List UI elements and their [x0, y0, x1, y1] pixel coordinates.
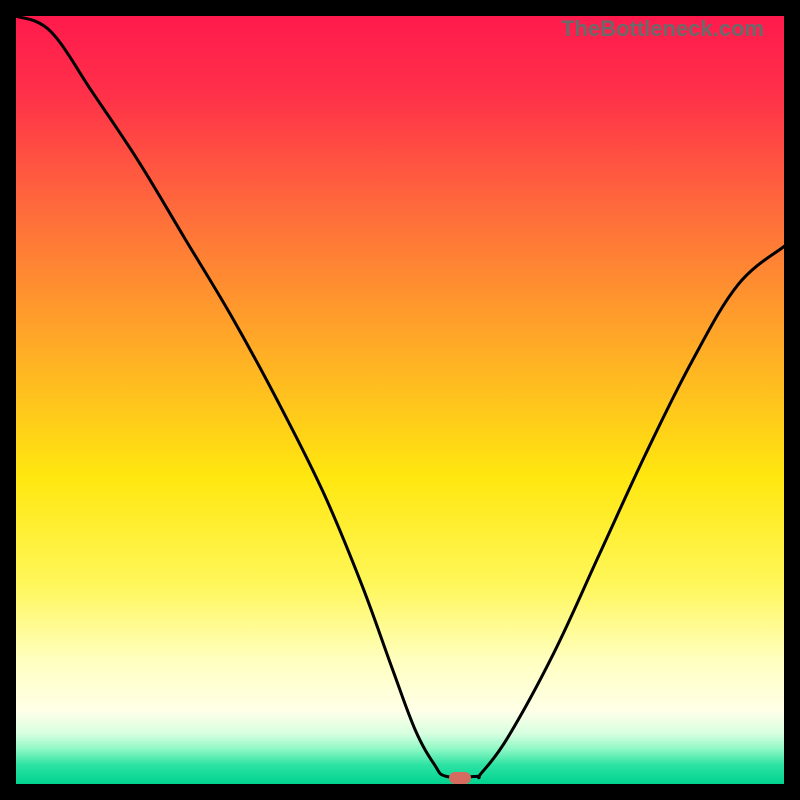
watermark-text: TheBottleneck.com	[561, 16, 764, 42]
bottleneck-curve	[16, 16, 784, 784]
curve-path	[16, 16, 784, 778]
optimum-marker	[449, 772, 471, 784]
chart-frame: TheBottleneck.com	[16, 16, 784, 784]
